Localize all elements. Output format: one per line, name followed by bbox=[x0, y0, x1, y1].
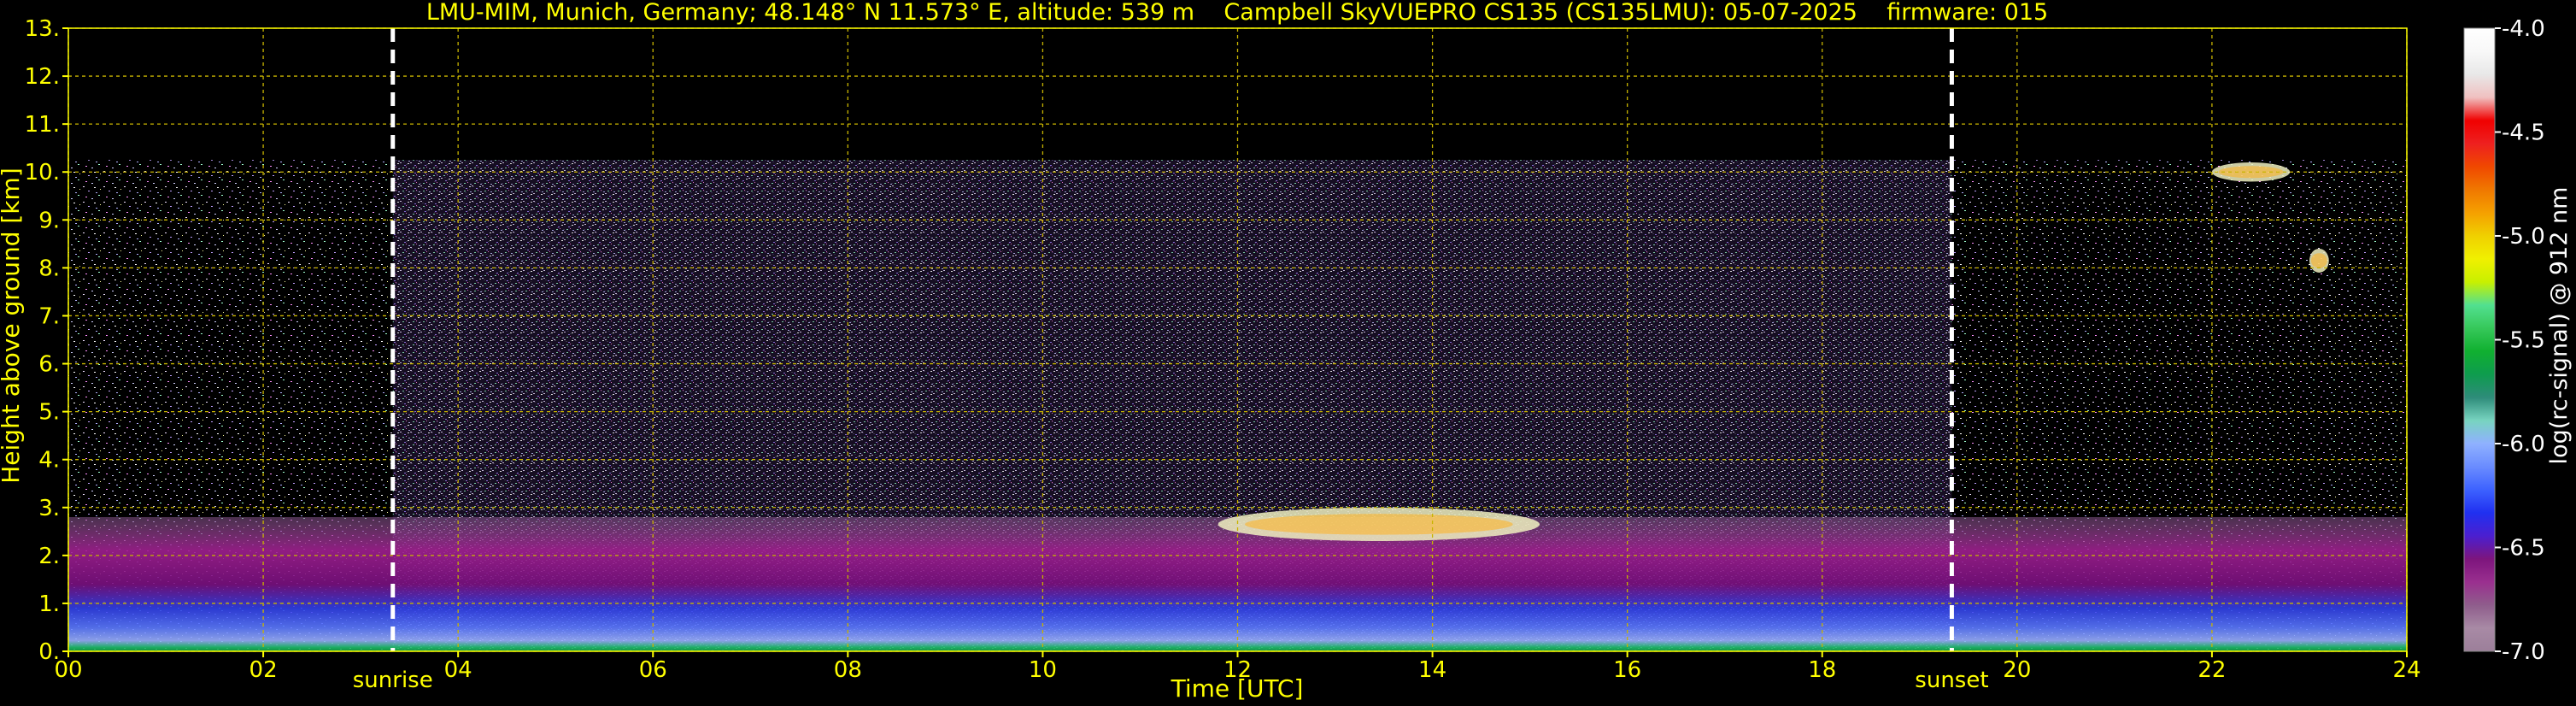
y-tick-label: 8. bbox=[38, 256, 60, 281]
colorbar-tick-label: -4.0 bbox=[2502, 16, 2545, 42]
y-tick-label: 0. bbox=[38, 639, 60, 665]
y-tick-label: 4. bbox=[38, 448, 60, 474]
y-axis-label: Height above ground [km] bbox=[0, 168, 25, 484]
ceilometer-chart: sunrise sunset 00 02 04 06 08 10 12 14 16 18 20 22 24… bbox=[0, 0, 2573, 703]
x-tick-label: 02 bbox=[249, 657, 278, 683]
x-tick-label: 22 bbox=[2198, 657, 2226, 683]
marker-label: sunrise bbox=[353, 668, 433, 693]
cloud-core bbox=[1245, 514, 1513, 535]
y-tick-label: 2. bbox=[38, 544, 60, 569]
colorbar-tick-label: -5.0 bbox=[2502, 224, 2545, 250]
colorbar-tick-label: -5.5 bbox=[2502, 328, 2545, 354]
y-tick-label: 9. bbox=[38, 208, 60, 233]
x-tick-label: 10 bbox=[1029, 657, 1057, 683]
x-tick-label: 24 bbox=[2392, 657, 2421, 683]
y-tick-label: 1. bbox=[38, 591, 60, 617]
colorbar: -4.0 -4.5 -5.0 -5.5 -6.0 -6.5 -7.0 bbox=[2463, 16, 2545, 665]
y-tick-label: 6. bbox=[38, 352, 60, 378]
y-tick-label: 5. bbox=[38, 400, 60, 426]
y-tick-label: 7. bbox=[38, 303, 60, 329]
marker-label: sunset bbox=[1915, 668, 1988, 693]
x-axis-label: Time [UTC] bbox=[1171, 674, 1304, 703]
x-tick-label: 16 bbox=[1613, 657, 1641, 683]
colorbar-tick-label: -4.5 bbox=[2502, 121, 2545, 146]
colorbar-tick-label: -6.0 bbox=[2502, 432, 2545, 457]
x-tick-label: 18 bbox=[1808, 657, 1836, 683]
y-tick-label: 10. bbox=[25, 160, 60, 185]
y-tick-label: 3. bbox=[38, 496, 60, 521]
y-tick-label: 12. bbox=[25, 64, 60, 90]
colorbar-label: log(rc-signal) @ 912 nm bbox=[2546, 187, 2573, 465]
colorbar-gradient-bar bbox=[2464, 28, 2495, 651]
x-tick-label: 20 bbox=[2003, 657, 2031, 683]
x-tick-label: 08 bbox=[834, 657, 862, 683]
colorbar-tick-label: -6.5 bbox=[2502, 536, 2545, 562]
x-tick-label: 04 bbox=[444, 657, 472, 683]
colorbar-tick-label: -7.0 bbox=[2502, 639, 2545, 665]
x-tick-label: 06 bbox=[639, 657, 667, 683]
chart-title: LMU-MIM, Munich, Germany; 48.148° N 11.5… bbox=[426, 0, 2048, 26]
cloud-core bbox=[2310, 253, 2327, 268]
y-tick-label: 13. bbox=[25, 16, 60, 42]
x-tick-label: 14 bbox=[1418, 657, 1446, 683]
y-tick-label: 11. bbox=[25, 112, 60, 138]
